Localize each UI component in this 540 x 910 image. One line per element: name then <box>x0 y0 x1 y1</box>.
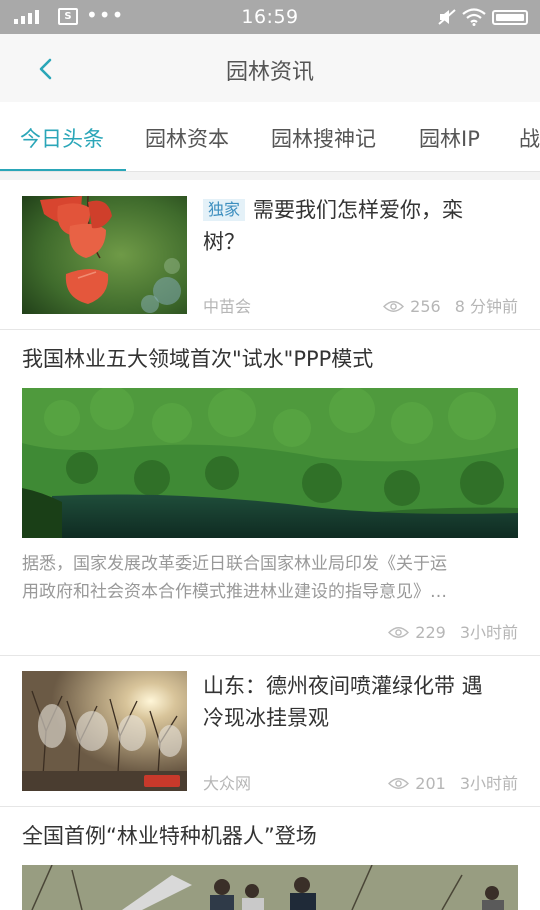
article-source: 大众网 <box>203 774 252 793</box>
mute-icon <box>438 9 456 25</box>
eye-icon <box>388 627 410 638</box>
tab-garden-stories[interactable]: 园林搜神记 <box>271 123 376 153</box>
article-source: 中苗会 <box>203 297 252 316</box>
wifi-icon <box>462 8 486 26</box>
page-title: 园林资讯 <box>225 60 314 85</box>
article-title: 山东：德州夜间喷灌绿化带 遇 冷现冰挂景观 <box>203 674 483 730</box>
article-title: 独家 需要我们怎样爱你，栾 树？ <box>203 198 464 254</box>
article-item[interactable]: 独家 需要我们怎样爱你，栾 树？ 中苗会 256 8 分钟前 <box>0 180 540 330</box>
article-title: 全国首例“林业特种机器人”登场 <box>22 824 317 848</box>
view-count: 201 <box>415 774 446 793</box>
category-tabs: 今日头条 园林资本 园林搜神记 园林IP 战 <box>0 102 540 172</box>
tab-headlines[interactable]: 今日头条 <box>20 123 104 153</box>
publish-time: 3小时前 <box>459 623 518 642</box>
article-meta: 256 8 分钟前 <box>383 293 518 317</box>
publish-time: 8 分钟前 <box>454 297 518 316</box>
article-meta: 201 3小时前 <box>388 770 518 794</box>
tab-garden-capital[interactable]: 园林资本 <box>145 123 229 153</box>
battery-icon <box>492 10 528 25</box>
article-item[interactable]: 全国首例“林业特种机器人”登场 <box>0 807 540 910</box>
article-item[interactable]: 我国林业五大领域首次"试水"PPP模式 据悉，国家发展改革委近日联合国家林业局印… <box>0 330 540 656</box>
eye-icon <box>388 778 410 789</box>
article-title: 我国林业五大领域首次"试水"PPP模式 <box>22 347 374 371</box>
article-summary: 据悉，国家发展改革委近日联合国家林业局印发《关于运 用政府和社会资本合作模式推进… <box>22 554 447 602</box>
article-image <box>22 388 518 538</box>
eye-icon <box>383 301 405 312</box>
status-time: 16:59 <box>241 6 299 28</box>
article-image <box>22 865 518 910</box>
status-bar: S ••• 16:59 <box>0 0 540 34</box>
divider <box>0 172 540 180</box>
view-count: 229 <box>415 623 446 642</box>
tab-more-partial[interactable]: 战 <box>519 123 540 153</box>
article-thumbnail <box>22 196 187 314</box>
publish-time: 3小时前 <box>459 774 518 793</box>
article-item[interactable]: 山东：德州夜间喷灌绿化带 遇 冷现冰挂景观 大众网 201 3小时前 <box>0 656 540 807</box>
article-thumbnail <box>22 671 187 791</box>
view-count: 256 <box>410 297 441 316</box>
article-meta: 229 3小时前 <box>388 619 518 643</box>
app-header: 园林资讯 <box>0 34 540 102</box>
tab-garden-ip[interactable]: 园林IP <box>419 123 480 153</box>
exclusive-badge: 独家 <box>203 199 246 221</box>
